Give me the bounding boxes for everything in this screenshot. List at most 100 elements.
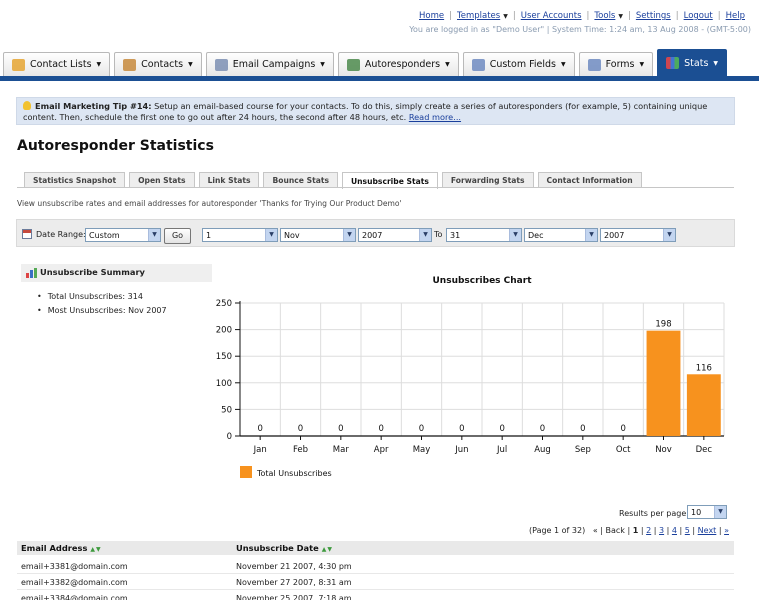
summary-item: Most Unsubscribes: Nov 2007 <box>37 304 167 318</box>
y-tick-label: 250 <box>216 299 232 309</box>
y-tick-label: 0 <box>227 432 232 442</box>
pager-back[interactable]: « | Back | <box>593 526 630 535</box>
nav-tab-email-campaigns[interactable]: Email Campaigns ▼ <box>205 52 334 76</box>
top-link-user-accounts[interactable]: User Accounts <box>521 11 582 21</box>
unsubscribes-chart: Unsubscribes Chart 0 50 100 150 200 250 0 Jan 0 Fe… <box>216 276 725 478</box>
chevron-down-icon: ▼ <box>148 229 160 241</box>
nav-tab-stats[interactable]: Stats ▼ <box>657 49 728 76</box>
table-header: Email Address ▲▼ Unsubscribe Date ▲▼ <box>17 541 734 555</box>
to-year-select[interactable]: 2007 ▼ <box>600 228 676 242</box>
sub-tab-open-stats[interactable]: Open Stats <box>129 172 195 188</box>
chevron-down-icon: ▼ <box>713 59 719 67</box>
date-range-bar: Date Range: Custom ▼ Go 1 ▼ Nov ▼ 2007 ▼ To … <box>16 219 735 247</box>
from-year-select[interactable]: 2007 ▼ <box>358 228 432 242</box>
page-link-2[interactable]: 2 <box>646 526 651 535</box>
stats-icon <box>666 57 680 69</box>
link-separator: | <box>512 11 516 21</box>
link-separator: | <box>449 11 452 21</box>
top-link-logout[interactable]: Logout <box>684 11 713 21</box>
chevron-down-icon: ▼ <box>265 229 277 241</box>
summary-item: Total Unsubscribes: 314 <box>37 290 167 304</box>
data-label-dec: 116 <box>696 363 712 373</box>
chevron-down-icon: ▼ <box>663 229 675 241</box>
tip-read-more-link[interactable]: Read more... <box>409 112 461 122</box>
sub-tab-contact-information[interactable]: Contact Information <box>537 172 642 188</box>
nav-tab-label: Contacts <box>141 59 184 70</box>
sort-arrows-icon[interactable]: ▲▼ <box>90 546 101 553</box>
to-day-select[interactable]: 31 ▼ <box>446 228 522 242</box>
page-link-3[interactable]: 3 <box>659 526 664 535</box>
x-tick-label: Sep <box>575 445 591 455</box>
pager-next[interactable]: Next <box>698 526 717 535</box>
column-header-email[interactable]: Email Address ▲▼ <box>21 543 102 553</box>
chevron-down-icon: ▼ <box>343 229 355 241</box>
nav-tab-contacts[interactable]: Contacts ▼ <box>114 52 202 76</box>
top-link-templates[interactable]: Templates <box>457 11 500 21</box>
autoresponder-icon <box>346 58 360 71</box>
login-info: You are logged in as "Demo User" | Syste… <box>409 25 751 34</box>
top-link-settings[interactable]: Settings <box>636 11 671 21</box>
calendar-icon <box>22 229 32 239</box>
sub-tab-link-stats[interactable]: Link Stats <box>198 172 260 188</box>
nav-tab-label: Email Campaigns <box>232 59 316 70</box>
nav-tab-custom-fields[interactable]: Custom Fields ▼ <box>462 52 575 76</box>
tip-title: Email Marketing Tip #14: <box>35 101 152 111</box>
sub-tab-bounce-stats[interactable]: Bounce Stats <box>263 172 338 188</box>
date-cell: November 25 2007, 7:18 am <box>236 594 352 600</box>
from-month-select[interactable]: Nov ▼ <box>280 228 356 242</box>
page-link-1[interactable]: 1 <box>633 526 639 535</box>
nav-tab-label: Custom Fields <box>489 59 556 70</box>
marketing-tip: Email Marketing Tip #14: Setup an email-… <box>16 97 735 125</box>
chevron-down-icon: ▼ <box>445 61 450 68</box>
chevron-down-icon: ▼ <box>618 13 623 20</box>
chevron-down-icon: ▼ <box>96 61 102 68</box>
email-cell: email+3381@domain.com <box>21 562 128 571</box>
nav-tab-label: Autoresponders <box>364 59 441 70</box>
to-month-select[interactable]: Dec ▼ <box>524 228 598 242</box>
nav-tab-label: Stats <box>684 57 709 69</box>
column-header-unsubscribe-date[interactable]: Unsubscribe Date ▲▼ <box>236 543 333 553</box>
from-day-select[interactable]: 1 ▼ <box>202 228 278 242</box>
top-link-tools[interactable]: Tools <box>594 11 615 21</box>
date-cell: November 27 2007, 8:31 am <box>236 578 352 587</box>
sub-tab-statistics-snapshot[interactable]: Statistics Snapshot <box>24 172 126 188</box>
y-tick-label: 100 <box>216 379 232 389</box>
results-per-page-label: Results per page: <box>619 509 689 518</box>
email-cell: email+3382@domain.com <box>21 578 128 587</box>
pagination: (Page 1 of 32) « | Back | 1 | 2 | 3 | 4 … <box>528 526 729 535</box>
x-tick-label: Jul <box>496 445 507 455</box>
pager-last[interactable]: » <box>724 526 729 535</box>
top-links: Home | Templates ▼ | User Accounts | Tools ▼ | Set… <box>419 11 745 21</box>
page-link-4[interactable]: 4 <box>672 526 677 535</box>
data-label-jul: 0 <box>499 424 504 434</box>
x-tick-label: Mar <box>333 445 350 455</box>
nav-tab-autoresponders[interactable]: Autoresponders ▼ <box>337 52 459 76</box>
table-row: email+3381@domain.com November 21 2007, 4… <box>17 558 734 574</box>
contacts-icon <box>123 58 137 71</box>
page-description: View unsubscribe rates and email address… <box>17 199 402 208</box>
email-cell: email+3384@domain.com <box>21 594 128 600</box>
sort-arrows-icon[interactable]: ▲▼ <box>322 546 333 553</box>
lightbulb-icon <box>23 101 31 110</box>
data-label-feb: 0 <box>298 424 303 434</box>
chevron-down-icon: ▼ <box>503 13 508 20</box>
table-row: email+3382@domain.com November 27 2007, 8… <box>17 574 734 590</box>
summary-list: Total Unsubscribes: 314Most Unsubscribes… <box>37 290 167 318</box>
x-tick-label: Oct <box>616 445 631 455</box>
nav-tab-contact-lists[interactable]: Contact Lists ▼ <box>3 52 111 76</box>
page-link-5[interactable]: 5 <box>685 526 690 535</box>
top-link-home[interactable]: Home <box>419 11 444 21</box>
results-per-page-select[interactable]: 10 ▼ <box>687 505 727 519</box>
envelope-icon <box>214 58 228 71</box>
go-button[interactable]: Go <box>164 228 191 244</box>
bar-nov <box>646 330 681 436</box>
nav-bar-strip <box>0 76 759 81</box>
date-range-preset-select[interactable]: Custom ▼ <box>85 228 161 242</box>
x-tick-label: Nov <box>655 445 672 455</box>
nav-tab-label: Contact Lists <box>30 59 92 70</box>
chart-title: Unsubscribes Chart <box>433 276 533 286</box>
data-label-apr: 0 <box>378 424 383 434</box>
top-link-help[interactable]: Help <box>726 11 745 21</box>
sub-tab-forwarding-stats[interactable]: Forwarding Stats <box>441 172 534 188</box>
nav-tab-forms[interactable]: Forms ▼ <box>578 52 654 76</box>
